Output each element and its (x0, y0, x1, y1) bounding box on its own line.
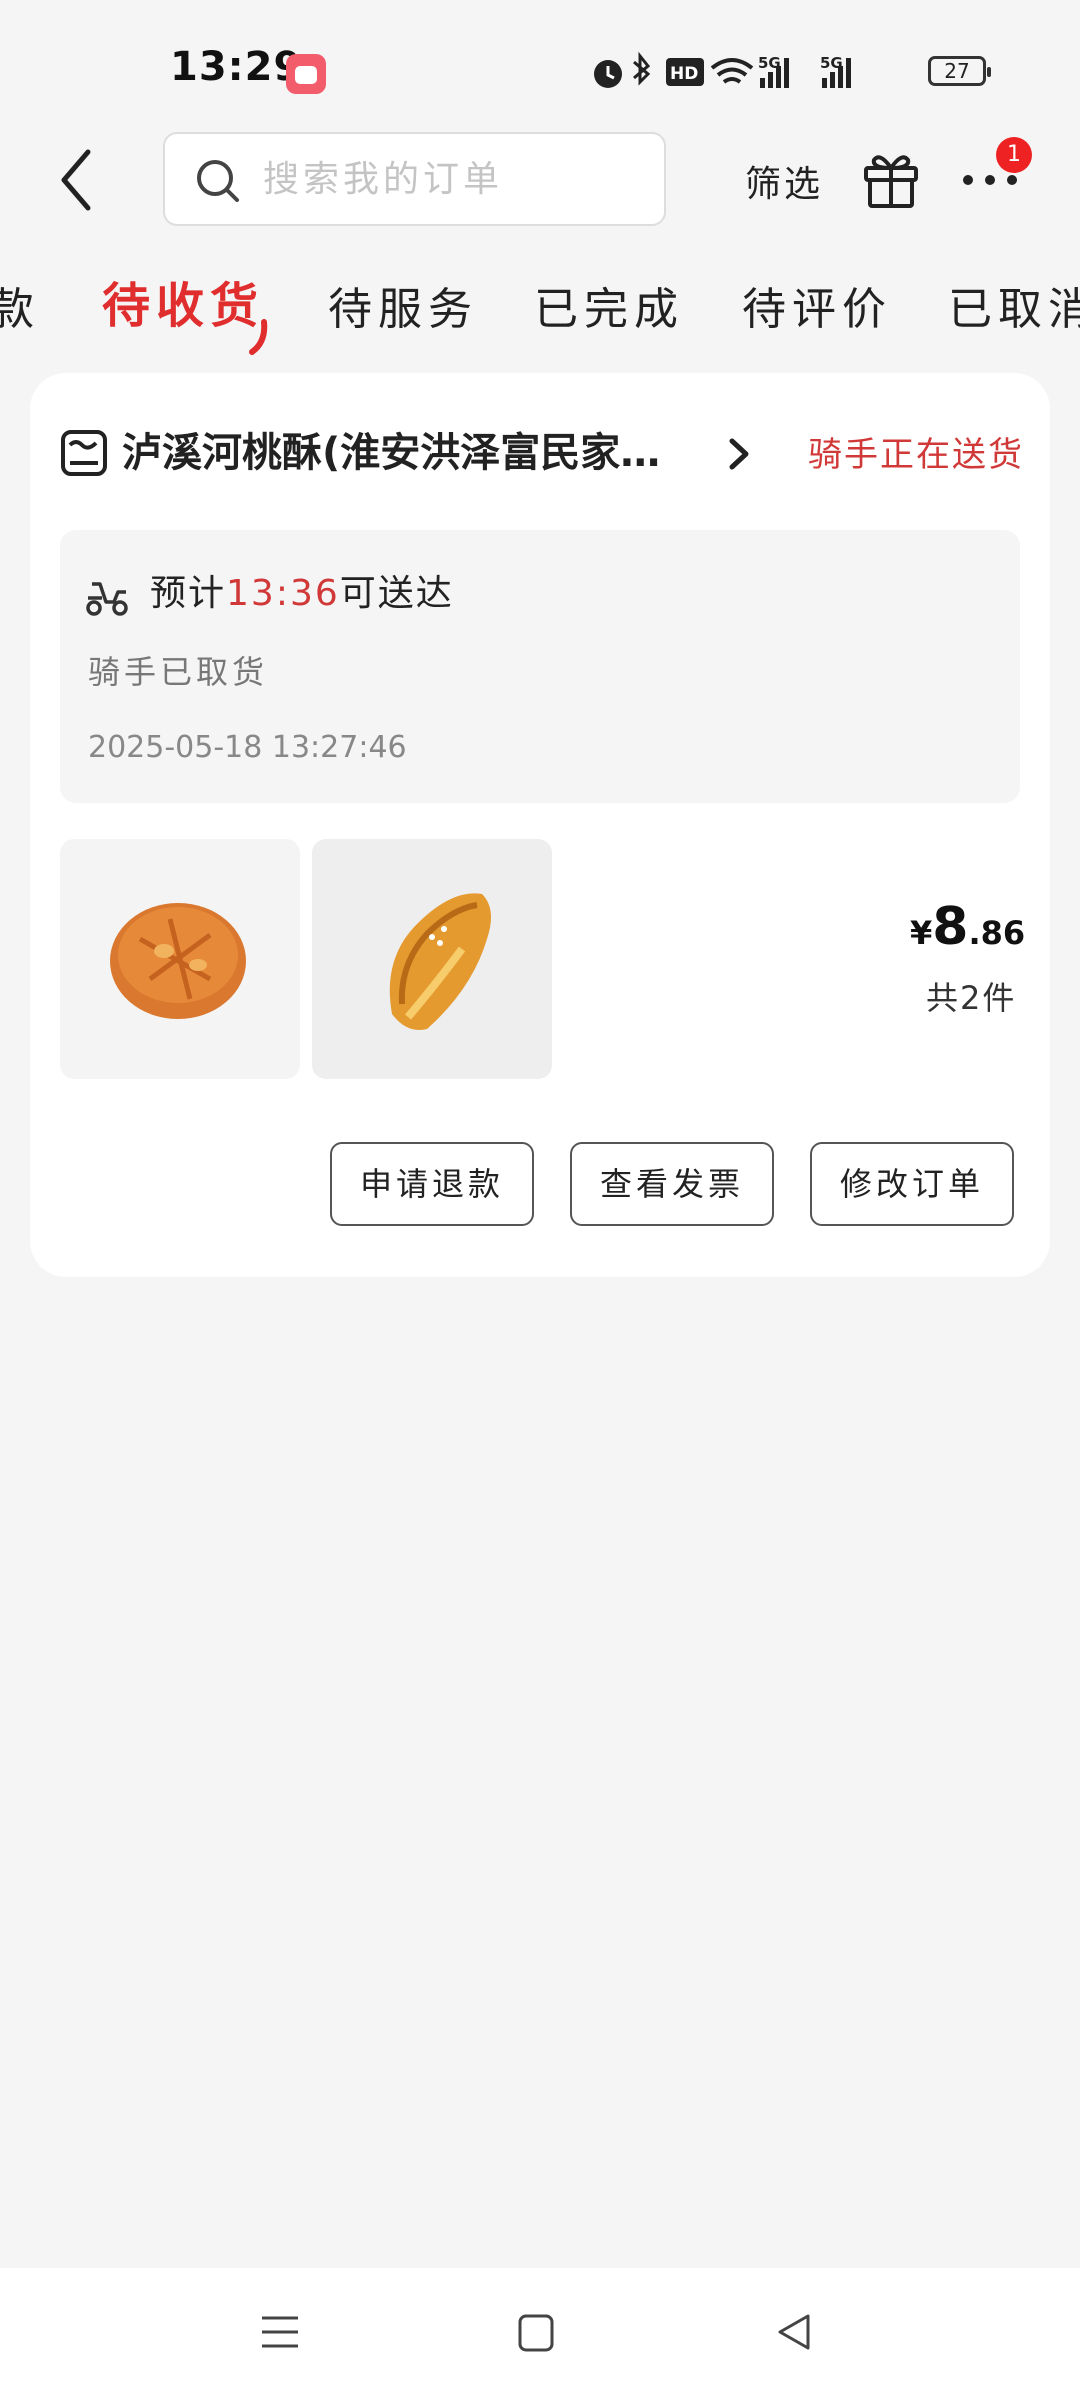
pastry-image (110, 903, 246, 1019)
croissant-image (389, 893, 491, 1030)
hd-icon: HD (666, 58, 704, 86)
tab-pending-receipt[interactable]: 待收货 (102, 276, 264, 336)
refund-button[interactable]: 申请退款 (330, 1142, 534, 1226)
search-icon (197, 160, 239, 202)
product-image-2[interactable] (312, 839, 552, 1079)
product-image-1[interactable] (60, 839, 300, 1079)
rider-status: 骑手已取货 (88, 653, 269, 691)
price-integer: 8 (932, 897, 969, 957)
back-icon[interactable] (50, 140, 110, 220)
tab-pending-service[interactable]: 待服务 (328, 280, 478, 340)
eta-suffix: 可送达 (339, 573, 454, 614)
menu-icon[interactable] (260, 2312, 300, 2352)
filter-button[interactable]: 筛选 (745, 155, 823, 207)
delivery-info[interactable]: 预计13:36可送达 骑手已取货 2025-05-18 13:27:46 (60, 530, 1020, 803)
battery-indicator: 27 (928, 56, 991, 86)
nav-back-icon[interactable] (774, 2312, 814, 2352)
tab-cancelled[interactable]: 已取消 (948, 280, 1080, 340)
eta-text: 预计13:36可送达 (150, 566, 454, 622)
gift-icon[interactable] (860, 148, 922, 210)
signal-5g-icon-1: 5G (758, 54, 789, 88)
delivery-timestamp: 2025-05-18 13:27:46 (88, 730, 407, 765)
store-icon (61, 430, 107, 476)
active-tab-indicator (249, 319, 268, 355)
view-invoice-button[interactable]: 查看发票 (570, 1142, 774, 1226)
eta-prefix: 预计 (150, 573, 227, 614)
item-count: 共2件 (926, 979, 1017, 1017)
notification-badge: 1 (996, 137, 1032, 173)
eta-time: 13:36 (226, 573, 340, 614)
search-placeholder: 搜索我的订单 (263, 159, 504, 200)
order-tabs: 款 待收货 待服务 已完成 待评价 已取消 (0, 278, 1080, 350)
order-card[interactable]: 泸溪河桃酥(淮安洪泽富民家… 骑手正在送货 预计13:36可送达 骑手已取货 2… (30, 373, 1050, 1277)
price-decimal: .86 (968, 914, 1026, 952)
modify-order-button[interactable]: 修改订单 (810, 1142, 1014, 1226)
bluetooth-icon (633, 51, 651, 86)
tab-completed[interactable]: 已完成 (534, 280, 684, 340)
price-currency: ¥ (910, 914, 933, 952)
tab-pending-review[interactable]: 待评价 (742, 280, 892, 340)
wifi-icon (710, 58, 754, 84)
tab-refund[interactable]: 款 (0, 280, 40, 340)
chevron-right-icon[interactable] (720, 433, 756, 475)
status-bar: 13:29 HD 5G 5G 27 (0, 0, 1080, 120)
home-icon[interactable] (518, 2314, 554, 2352)
scooter-icon (86, 582, 128, 616)
store-name[interactable]: 泸溪河桃酥(淮安洪泽富民家… (122, 423, 722, 483)
search-input[interactable]: 搜索我的订单 (163, 132, 666, 226)
signal-5g-icon-2: 5G (820, 54, 851, 88)
alarm-icon (594, 60, 622, 88)
order-status: 骑手正在送货 (808, 435, 1024, 475)
order-price: ¥8.86 (910, 897, 1025, 957)
svg-text:HD: HD (670, 64, 698, 84)
status-time: 13:29 (170, 44, 303, 90)
app-notification-icon (286, 54, 326, 94)
